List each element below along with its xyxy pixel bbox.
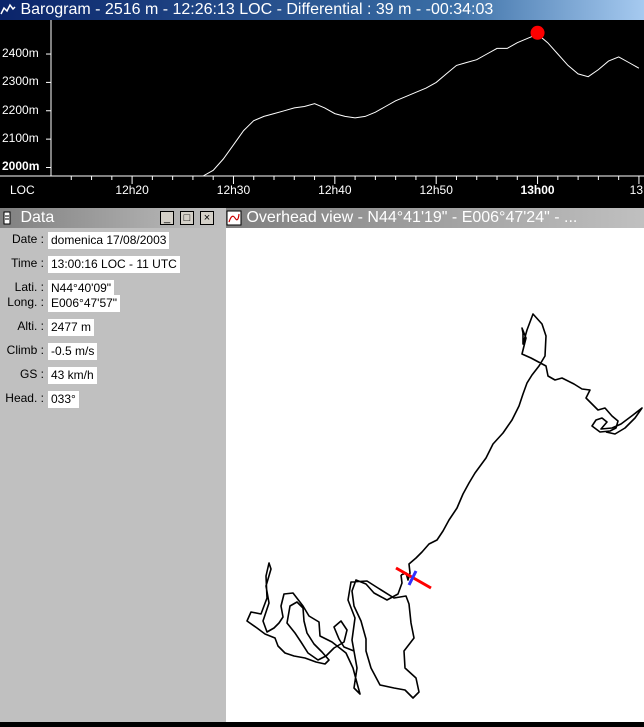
field-longitude: Long. : E006°47'57" xyxy=(0,295,222,313)
data-title: Data xyxy=(20,209,55,226)
field-value: 13:00:16 LOC - 11 UTC xyxy=(48,256,180,273)
barogram-current-marker[interactable] xyxy=(530,25,545,40)
field-label: Lati. : xyxy=(14,280,44,294)
field-label: Long. : xyxy=(7,295,44,309)
barogram-title-bar[interactable]: Barogram - 2516 m - 12:26:13 LOC - Diffe… xyxy=(0,0,644,20)
data-window-icon xyxy=(0,208,16,228)
barogram-chart[interactable]: 2400m 2300m 2200m 2100m 2000m 12h20 12h30 12h4… xyxy=(0,20,644,202)
y-tick-label: 2100m xyxy=(2,131,39,146)
field-heading: Head. : 033° xyxy=(0,391,222,409)
close-button[interactable]: × xyxy=(200,211,214,225)
field-value: 43 km/h xyxy=(48,367,97,384)
maximize-button[interactable]: □ xyxy=(180,211,194,225)
barogram-x-axis-label: LOC xyxy=(10,183,35,197)
field-climb: Climb : -0.5 m/s xyxy=(0,343,222,361)
flight-track-local-circles xyxy=(246,562,420,699)
x-tick-label: 13h00 xyxy=(520,183,555,197)
barogram-svg[interactable] xyxy=(0,20,644,202)
overhead-view-icon xyxy=(226,208,242,228)
y-tick-label: 2000m xyxy=(2,159,40,174)
barogram-trace xyxy=(202,33,640,177)
field-label: GS : xyxy=(19,367,44,381)
x-tick-label: 12h30 xyxy=(216,183,251,197)
minimize-button[interactable]: _ xyxy=(160,211,174,225)
overhead-title-bar[interactable]: Overhead view - N44°41'19" - E006°47'24"… xyxy=(226,208,644,228)
field-ground-speed: GS : 43 km/h xyxy=(0,367,222,385)
overhead-track-svg[interactable] xyxy=(226,228,644,722)
field-time: Time : 13:00:16 LOC - 11 UTC xyxy=(0,256,222,274)
x-tick-label: 13 xyxy=(629,183,643,197)
y-tick-label: 2400m xyxy=(2,46,39,61)
x-tick-label: 12h20 xyxy=(115,183,149,197)
field-label: Alti. : xyxy=(17,319,44,333)
barogram-icon xyxy=(0,0,16,20)
field-label: Climb : xyxy=(6,343,44,357)
field-label: Time : xyxy=(11,256,44,270)
overhead-title: Overhead view - N44°41'19" - E006°47'24"… xyxy=(246,209,578,226)
field-label: Date : xyxy=(11,232,44,246)
field-value: 033° xyxy=(48,391,79,408)
field-label: Head. : xyxy=(5,391,44,405)
field-value: E006°47'57" xyxy=(48,295,121,312)
field-date: Date : domenica 17/08/2003 xyxy=(0,232,222,250)
overhead-view[interactable] xyxy=(226,228,644,722)
y-tick-label: 2200m xyxy=(2,102,39,117)
data-panel: Date : domenica 17/08/2003 Time : 13:00:… xyxy=(0,228,222,722)
flight-track xyxy=(400,313,643,581)
field-value: domenica 17/08/2003 xyxy=(48,232,170,249)
field-value: 2477 m xyxy=(48,319,95,336)
y-tick-label: 2300m xyxy=(2,74,39,89)
x-tick-label: 12h40 xyxy=(318,183,352,197)
field-value: -0.5 m/s xyxy=(48,343,98,360)
field-altitude: Alti. : 2477 m xyxy=(0,319,222,337)
barogram-title: Barogram - 2516 m - 12:26:13 LOC - Diffe… xyxy=(20,1,494,18)
x-tick-label: 12h50 xyxy=(419,183,453,197)
